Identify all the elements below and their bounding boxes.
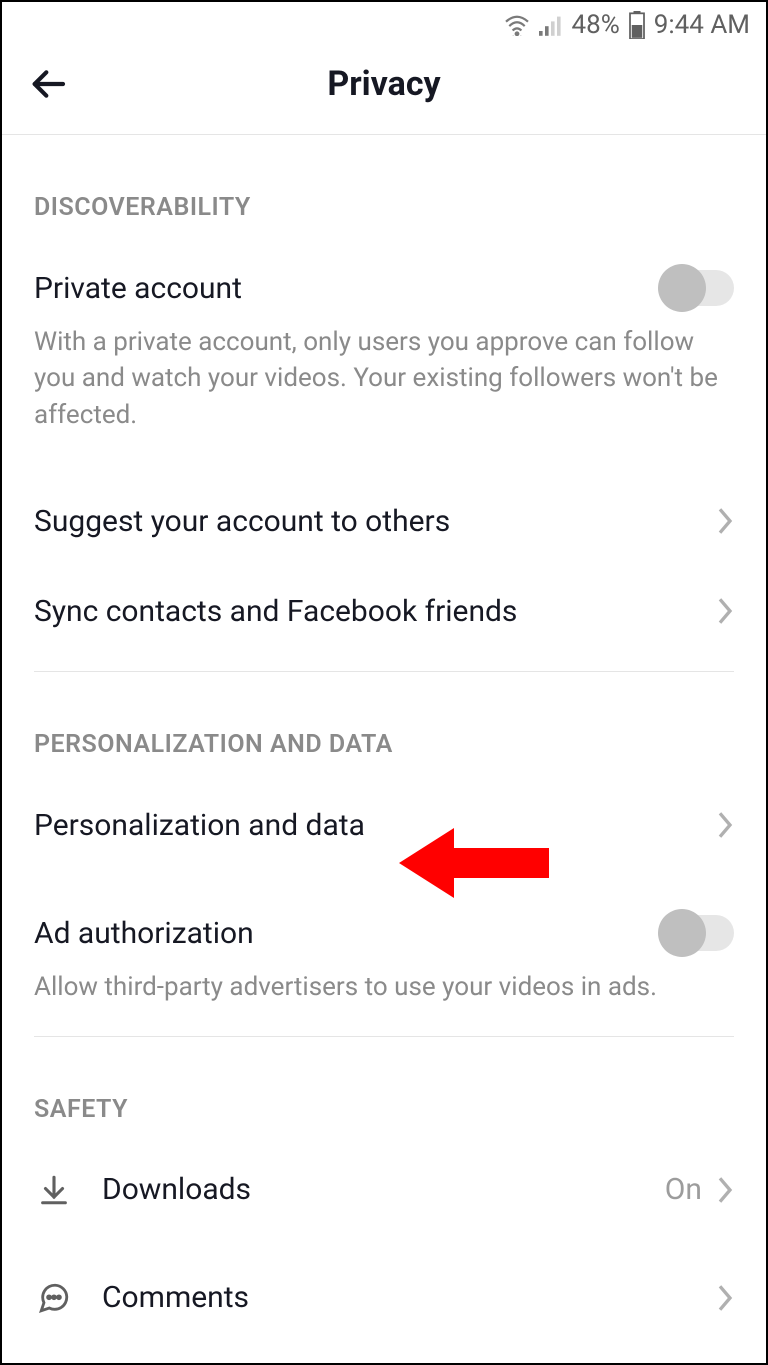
section-header-safety: SAFETY bbox=[34, 1095, 734, 1124]
header: Privacy bbox=[2, 44, 766, 135]
back-button[interactable] bbox=[26, 62, 70, 106]
battery-icon bbox=[628, 11, 646, 39]
section-header-discoverability: DISCOVERABILITY bbox=[34, 193, 734, 222]
sync-contacts-label: Sync contacts and Facebook friends bbox=[34, 594, 517, 629]
private-account-description: With a private account, only users you a… bbox=[34, 324, 734, 433]
chevron-right-icon bbox=[716, 810, 734, 840]
battery-percent: 48% bbox=[571, 10, 619, 40]
comment-icon bbox=[34, 1281, 74, 1315]
comments-label: Comments bbox=[102, 1280, 249, 1315]
suggest-account-label: Suggest your account to others bbox=[34, 504, 450, 539]
signal-icon bbox=[539, 14, 563, 36]
ad-authorization-toggle[interactable] bbox=[662, 915, 734, 951]
arrow-left-icon bbox=[28, 64, 68, 104]
section-discoverability: DISCOVERABILITY Private account With a p… bbox=[34, 135, 734, 672]
private-account-label: Private account bbox=[34, 271, 242, 306]
download-icon bbox=[34, 1173, 74, 1207]
row-comments[interactable]: Comments bbox=[34, 1268, 734, 1328]
clock-time: 9:44 AM bbox=[654, 10, 750, 40]
status-bar: 48% 9:44 AM bbox=[2, 2, 766, 44]
row-personalization-data[interactable]: Personalization and data bbox=[34, 795, 734, 855]
personalization-data-label: Personalization and data bbox=[34, 808, 365, 843]
chevron-right-icon bbox=[716, 596, 734, 626]
row-ad-authorization[interactable]: Ad authorization bbox=[34, 903, 734, 963]
row-sync-contacts[interactable]: Sync contacts and Facebook friends bbox=[34, 581, 734, 641]
page-title: Privacy bbox=[327, 64, 440, 104]
section-personalization: PERSONALIZATION AND DATA Personalization… bbox=[34, 672, 734, 1036]
downloads-value: On bbox=[665, 1172, 702, 1207]
ad-authorization-description: Allow third-party advertisers to use you… bbox=[34, 969, 734, 1005]
row-suggest-account[interactable]: Suggest your account to others bbox=[34, 491, 734, 551]
private-account-toggle[interactable] bbox=[662, 270, 734, 306]
chevron-right-icon bbox=[716, 506, 734, 536]
section-safety: SAFETY Downloads On bbox=[34, 1037, 734, 1328]
ad-authorization-label: Ad authorization bbox=[34, 916, 254, 951]
chevron-right-icon bbox=[716, 1175, 734, 1205]
row-downloads[interactable]: Downloads On bbox=[34, 1160, 734, 1220]
section-header-personalization: PERSONALIZATION AND DATA bbox=[34, 730, 734, 759]
downloads-label: Downloads bbox=[102, 1172, 251, 1207]
chevron-right-icon bbox=[716, 1283, 734, 1313]
wifi-icon bbox=[503, 14, 531, 36]
row-private-account[interactable]: Private account bbox=[34, 258, 734, 318]
